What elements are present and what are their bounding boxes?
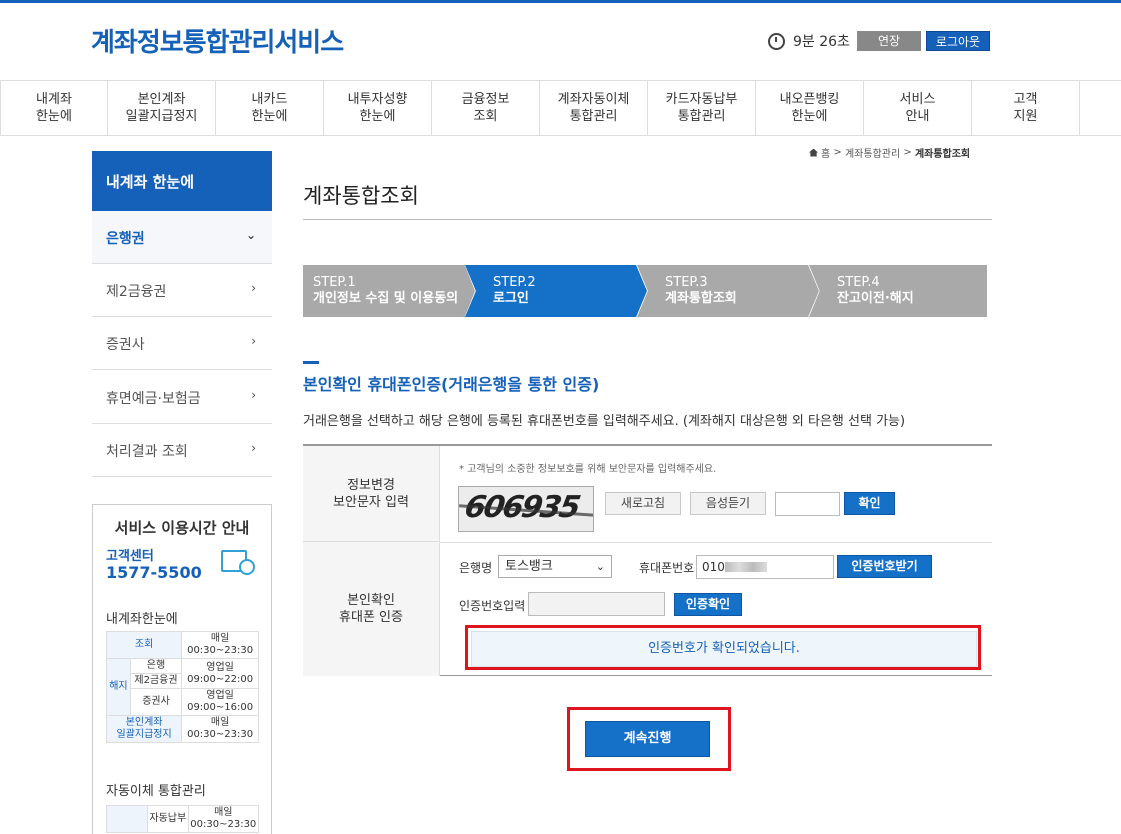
sidebar-item-securities[interactable]: 증권사 › — [92, 317, 272, 370]
section-title: 본인확인 휴대폰인증(거래은행을 통한 인증) — [303, 375, 600, 394]
clock-icon — [768, 32, 785, 50]
chevron-right-icon: › — [251, 441, 256, 455]
captcha-note: * 고객님의 소중한 정보보호를 위해 보안문자를 입력해주세요. — [459, 464, 717, 475]
section-my-accounts: 내계좌한눈에 — [106, 612, 178, 627]
captcha-confirm-button[interactable]: 확인 — [844, 492, 895, 515]
captcha-image: 606935 — [458, 486, 594, 532]
step-3: STEP.3 계좌통합조회 — [637, 265, 819, 317]
step-indicator: STEP.1 개인정보 수집 및 이용동의 STEP.2 로그인 STEP.3 계좌통… — [303, 265, 987, 317]
chevron-right-icon: › — [251, 388, 256, 402]
sidebar-item-second-financial[interactable]: 제2금융권 › — [92, 264, 272, 317]
phone-row-header: 본인확인 휴대폰 인증 — [303, 542, 440, 676]
phone-label: 휴대폰번호 — [639, 561, 695, 575]
phone-input[interactable]: 010 — [696, 555, 834, 579]
hours-table-2: 자동납부 매일 00:30~23:30 — [106, 805, 260, 833]
gnb-item-my-cards[interactable]: 내카드 한눈에 — [216, 81, 324, 135]
gnb-item-financial-info[interactable]: 금융정보 조회 — [432, 81, 540, 135]
site-logo[interactable]: 계좌정보통합관리서비스 — [91, 22, 344, 59]
session-timer: 9분 26초 — [768, 31, 850, 51]
captcha-input[interactable] — [775, 492, 840, 516]
sidebar-item-dormant[interactable]: 휴면예금·보험금 › — [92, 371, 272, 424]
step-2: STEP.2 로그인 — [465, 265, 647, 317]
bank-label: 은행명 — [459, 561, 493, 575]
gnb-item-auto-transfer[interactable]: 계좌자동이체 통합관리 — [540, 81, 648, 135]
chevron-right-icon: › — [251, 334, 256, 348]
clock-icon — [239, 559, 255, 575]
highlight-box-message — [465, 625, 981, 670]
gnb-item-service-guide[interactable]: 서비스 안내 — [864, 81, 972, 135]
bank-select[interactable]: 토스뱅크 ⌄ — [498, 555, 612, 578]
code-label: 인증번호입력 — [459, 599, 526, 613]
service-hours-box: 서비스 이용시간 안내 고객센터 1577-5500 내계좌한눈에 조회 매일 00… — [92, 504, 272, 834]
service-hours-title: 서비스 이용시간 안내 — [114, 519, 250, 537]
logout-button[interactable]: 로그아웃 — [926, 31, 990, 51]
breadcrumb: 홈 > 계좌통합관리 > 계좌통합조회 — [809, 145, 970, 160]
highlight-box-continue — [567, 707, 731, 771]
title-divider — [303, 219, 992, 220]
page-title: 계좌통합조회 — [303, 184, 419, 208]
masked-number — [725, 562, 767, 572]
code-input[interactable] — [528, 592, 665, 616]
captcha-audio-button[interactable]: 음성듣기 — [690, 492, 766, 515]
chevron-down-icon: ⌄ — [245, 228, 256, 242]
sidebar-item-bank[interactable]: 은행권 ⌄ — [92, 211, 272, 264]
section-auto-transfer: 자동이체 통합관리 — [106, 784, 206, 799]
gnb-item-open-banking[interactable]: 내오픈뱅킹 한눈에 — [756, 81, 864, 135]
hours-table: 조회 매일 00:30~23:30 해지 은행 영업일 09:00~22:00 제2금융권… — [105, 631, 259, 743]
timer-text: 9분 26초 — [793, 34, 850, 50]
gnb-item-support[interactable]: 고객 지원 — [972, 81, 1080, 135]
verify-code-button[interactable]: 인증확인 — [674, 593, 742, 616]
top-accent-bar — [0, 0, 1121, 3]
step-4: STEP.4 잔고이전·해지 — [809, 265, 987, 317]
sidebar-item-results[interactable]: 처리결과 조회 › — [92, 424, 272, 477]
customer-center-number: 1577-5500 — [106, 563, 202, 582]
customer-center-label: 고객센터 — [106, 549, 154, 564]
gnb-item-investment[interactable]: 내투자성향 한눈에 — [324, 81, 432, 135]
request-code-button[interactable]: 인증번호받기 — [837, 555, 932, 578]
extend-session-button[interactable]: 연장 — [857, 31, 921, 51]
row-divider — [440, 542, 992, 543]
home-icon[interactable] — [809, 148, 818, 157]
gnb-item-my-accounts[interactable]: 내계좌 한눈에 — [0, 81, 108, 135]
global-nav: 내계좌 한눈에 본인계좌 일괄지급정지 내카드 한눈에 내투자성향 한눈에 금융정보 조회… — [0, 80, 1121, 136]
sidebar-title: 내계좌 한눈에 — [92, 151, 272, 211]
chevron-down-icon: ⌄ — [595, 560, 605, 573]
gnb-item-payment-stop[interactable]: 본인계좌 일괄지급정지 — [108, 81, 216, 135]
step-1: STEP.1 개인정보 수집 및 이용동의 — [303, 265, 475, 317]
section-description: 거래은행을 선택하고 해당 은행에 등록된 휴대폰번호를 입력해주세요. (계좌… — [303, 414, 906, 429]
chevron-right-icon: › — [251, 281, 256, 295]
section-marker — [303, 361, 319, 364]
captcha-refresh-button[interactable]: 새로고침 — [605, 492, 681, 515]
gnb-item-card-autopay[interactable]: 카드자동납부 통합관리 — [648, 81, 756, 135]
captcha-row-header: 정보변경 보안문자 입력 — [303, 446, 440, 542]
